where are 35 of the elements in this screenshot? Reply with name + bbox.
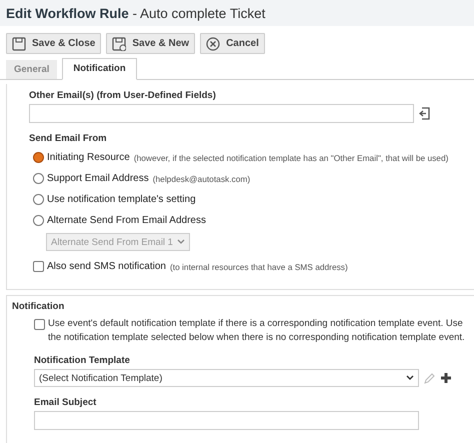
plus-icon [440, 372, 452, 384]
checkbox[interactable] [34, 319, 45, 330]
toolbar-button[interactable]: Cancel [200, 33, 265, 54]
option-label: Support Email Address [47, 173, 149, 184]
chevron-down-icon [176, 239, 185, 245]
option-label: Alternate Send From Email Address [47, 215, 206, 226]
import-icon [419, 107, 430, 120]
section-label: Notification [12, 301, 66, 312]
dropdown[interactable]: (Select Notification Template) [34, 369, 419, 387]
cancel-icon [206, 36, 220, 50]
tab[interactable]: Notification [62, 58, 137, 80]
checkbox-note: (to internal resources that have a SMS address) [170, 262, 348, 272]
floppy-disk-plus-icon [112, 36, 126, 50]
input-field[interactable] [29, 104, 414, 123]
field-label: Notification Template [34, 355, 131, 366]
pencil-icon [424, 372, 435, 384]
toolbar-button[interactable]: Save & New [106, 33, 196, 54]
chevron-down-icon [406, 375, 414, 381]
option-note: (helpdesk@autotask.com) [152, 174, 250, 184]
radio-button[interactable] [33, 173, 44, 184]
checkbox-label: Also send SMS notification [47, 261, 166, 272]
radio-button[interactable] [33, 215, 44, 226]
field-label: Other Email(s) (from User-Defined Fields) [29, 90, 217, 101]
input-field[interactable] [34, 411, 419, 430]
checkbox[interactable] [33, 261, 44, 272]
option-label: Initiating Resource [47, 152, 130, 163]
checkbox-label: Use event's default notification template if there is a corresponding notification template event. Use the notification template selected below when there is no corresponding notification template event. [48, 317, 466, 345]
toolbar-button[interactable]: Save & Close [6, 33, 102, 54]
option-note: (however, if the selected notification template has an "Other Email", that will be used) [134, 152, 448, 162]
option-label: Use notification template's setting [47, 194, 196, 205]
radio-button[interactable] [33, 152, 44, 163]
section-label: Send Email From [29, 133, 108, 144]
radio-button[interactable] [33, 194, 44, 205]
field-label: Email Subject [34, 397, 98, 408]
window-title: Edit Workflow Rule - Auto complete Ticket [6, 6, 266, 20]
